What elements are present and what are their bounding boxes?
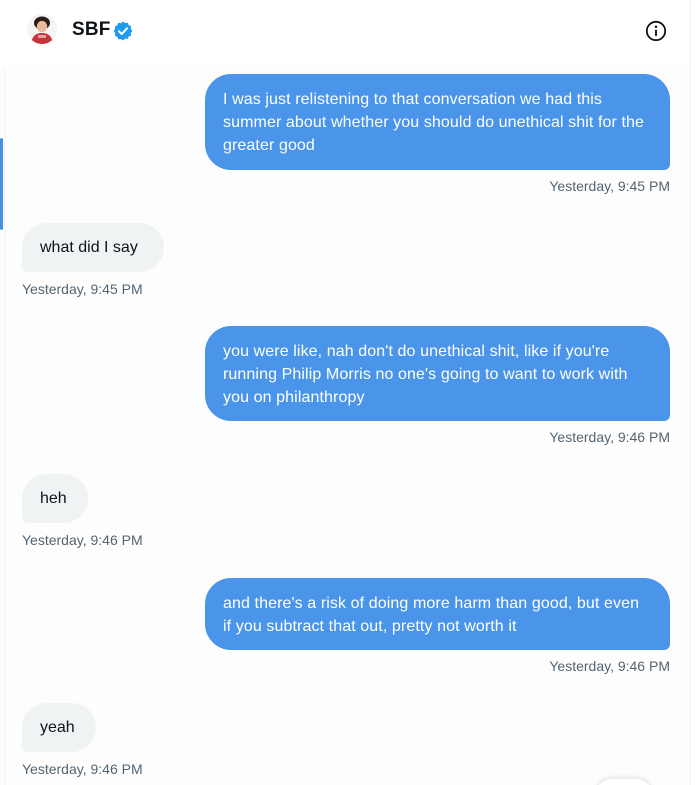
message-bubble-outgoing[interactable]: I was just relistening to that conversat…: [205, 74, 670, 170]
info-icon[interactable]: [644, 19, 668, 43]
message-timestamp: Yesterday, 9:46 PM: [22, 532, 143, 548]
profile-avatar-icon: [27, 14, 57, 44]
message-timestamp: Yesterday, 9:46 PM: [549, 658, 670, 674]
avatar[interactable]: [27, 14, 57, 44]
message-bubble-incoming[interactable]: yeah: [22, 703, 96, 752]
message-text: what did I say: [40, 239, 138, 256]
verified-badge-icon: [113, 21, 133, 41]
message-text: you were like, nah don't do unethical sh…: [223, 343, 628, 406]
message-text: yeah: [40, 719, 75, 736]
scroll-to-bottom-button[interactable]: [596, 779, 652, 785]
message-bubble-incoming[interactable]: what did I say: [22, 223, 164, 272]
message-text: heh: [40, 490, 67, 507]
message-text: I was just relistening to that conversat…: [223, 91, 645, 154]
message-bubble-incoming[interactable]: heh: [22, 474, 88, 523]
message-text: and there's a risk of doing more harm th…: [223, 595, 640, 635]
message-timestamp: Yesterday, 9:45 PM: [549, 178, 670, 194]
divider: [4, 0, 5, 785]
conversation-panel: SBF I was just relistening to that conve…: [0, 0, 691, 785]
scrollbar-thumb[interactable]: [0, 138, 3, 230]
message-bubble-outgoing[interactable]: and there's a risk of doing more harm th…: [205, 578, 670, 650]
contact-name[interactable]: SBF: [72, 19, 111, 41]
conversation-header: SBF: [0, 0, 690, 66]
message-bubble-outgoing[interactable]: you were like, nah don't do unethical sh…: [205, 326, 670, 421]
message-timestamp: Yesterday, 9:45 PM: [22, 281, 143, 297]
message-timestamp: Yesterday, 9:46 PM: [549, 429, 670, 445]
message-timestamp: Yesterday, 9:46 PM: [22, 761, 143, 777]
